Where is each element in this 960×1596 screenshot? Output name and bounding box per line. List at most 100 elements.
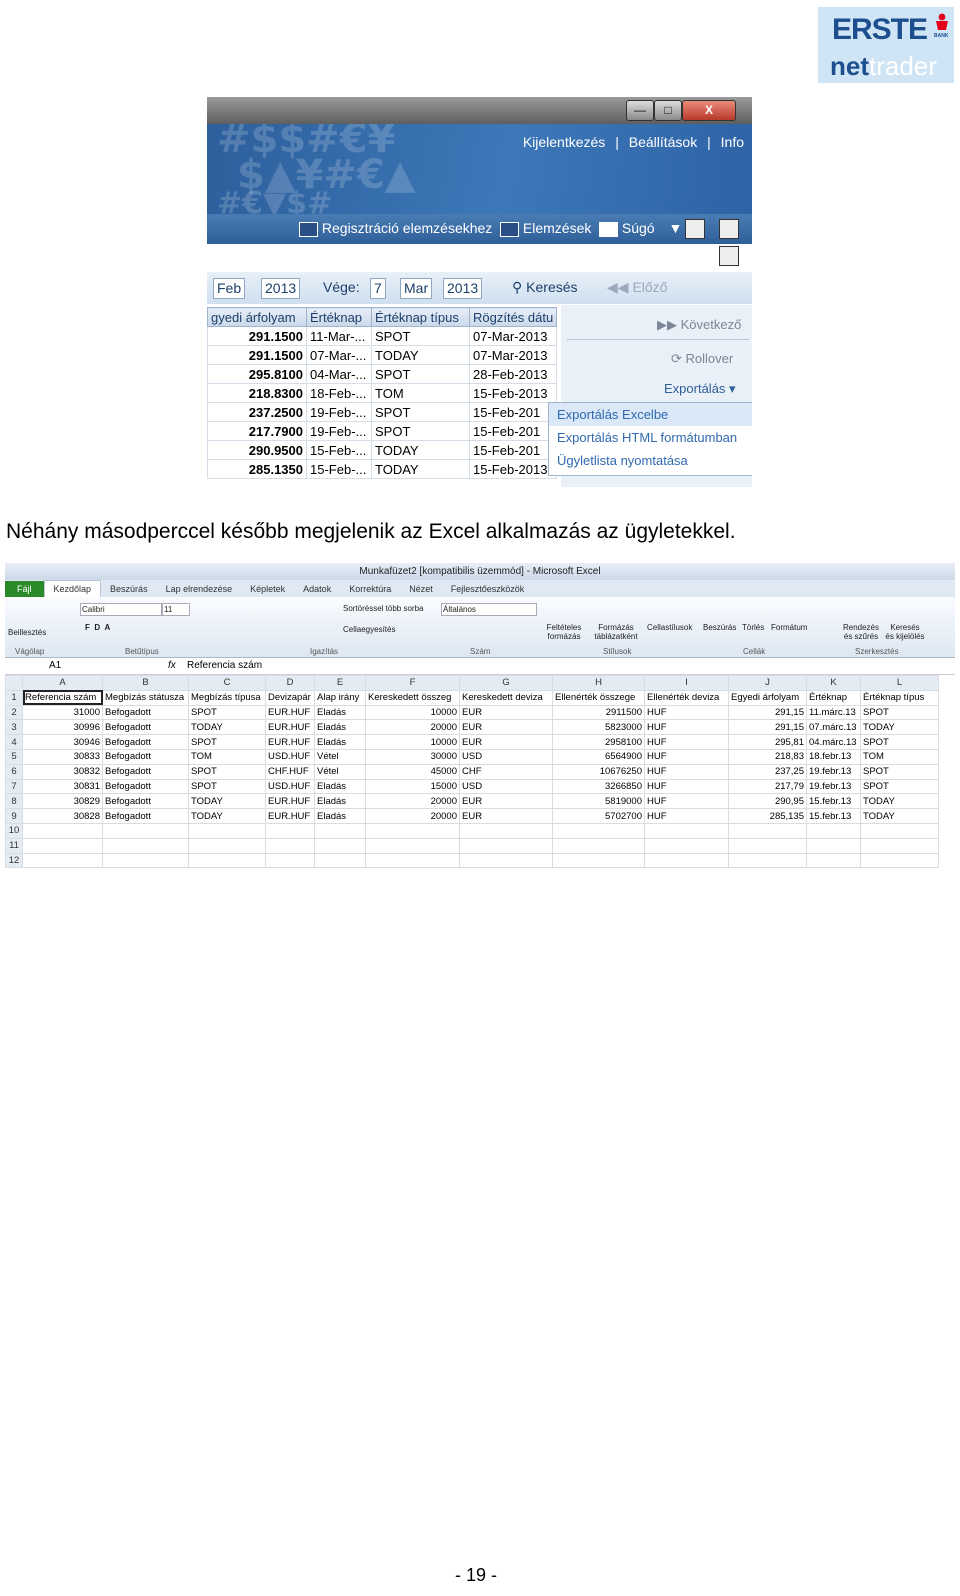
table-row: 2 31000 Befogadott SPOT EUR.HUF Eladás 10000 EU… [5, 704, 939, 721]
previous-button[interactable]: ◀◀ Előző [607, 279, 667, 296]
tab-review[interactable]: Korrektúra [340, 581, 400, 598]
table-row: 3 30996 Befogadott TODAY EUR.HUF Eladás 20000 E… [5, 719, 939, 736]
wrap-text-button[interactable]: Sortöréssel több sorba [343, 604, 424, 613]
tab-data[interactable]: Adatok [294, 581, 340, 598]
table-row: 12 [5, 852, 939, 869]
help-icon [599, 221, 618, 237]
next-button[interactable]: ▶▶ Következő [657, 317, 741, 333]
column-header[interactable]: gyedi árfolyam [207, 307, 307, 327]
format-as-table-button[interactable]: Formázás táblázatként [591, 623, 641, 641]
insert-cells-button[interactable]: Beszúrás [703, 623, 736, 632]
minimize-button[interactable]: — [626, 100, 654, 121]
tab-page-layout[interactable]: Lap elrendezése [157, 581, 242, 598]
detach-icon[interactable] [719, 246, 739, 266]
popout-icon[interactable] [685, 219, 705, 239]
tab-home[interactable]: Kezdőlap [43, 580, 102, 598]
close-button[interactable]: X [682, 100, 736, 121]
table-row: 291.1500 07-Mar-... TODAY 07-Mar-2013 [207, 345, 558, 365]
trades-table: gyedi árfolyam Értéknap Értéknap típus R… [207, 307, 558, 479]
column-header[interactable]: A [22, 675, 103, 691]
from-year-spinner[interactable]: 2013 [261, 278, 301, 299]
export-dropdown[interactable]: Exportálás ▾ [664, 381, 736, 397]
erste-nettrader-logo: ERSTE BANK nettrader [818, 7, 954, 83]
find-select-button[interactable]: Keresés és kijelölés [885, 623, 925, 641]
erste-mark-icon [936, 13, 948, 30]
column-header[interactable]: Rögzítés dátu [468, 307, 558, 327]
from-month-spinner[interactable]: Feb [213, 278, 246, 299]
table-row: 295.8100 04-Mar-... SPOT 28-Feb-2013 [207, 364, 558, 384]
menu-item-export-excel[interactable]: Exportálás Excelbe [549, 403, 752, 426]
fx-icon[interactable]: fx [168, 658, 176, 674]
search-button[interactable]: ⚲ Keresés [512, 279, 578, 296]
table-row: 7 30831 Befogadott SPOT USD.HUF Eladás 15000 US… [5, 778, 939, 795]
column-header[interactable]: J [728, 675, 807, 691]
registration-link[interactable]: Regisztráció elemzésekhez [299, 220, 492, 237]
to-day-input[interactable]: 7 [370, 278, 386, 299]
ribbon-tabs: Fájl Kezdőlap Beszúrás Lap elrendezése Képle… [5, 580, 955, 598]
tab-formulas[interactable]: Képletek [241, 581, 294, 598]
sort-filter-button[interactable]: Rendezés és szűrés [841, 623, 881, 641]
format-cells-button[interactable]: Formátum [771, 623, 807, 632]
merge-button[interactable]: Cellaegyesítés [343, 625, 395, 634]
table-row: 291.1500 11-Mar-... SPOT 07-Mar-2013 [207, 326, 558, 346]
column-header[interactable]: B [102, 675, 189, 691]
rollover-button[interactable]: ⟳ Rollover [671, 351, 733, 367]
to-month-spinner[interactable]: Mar [400, 278, 433, 299]
settings-link[interactable]: Beállítások [629, 134, 697, 150]
delete-cells-button[interactable]: Törlés [742, 623, 764, 632]
column-header[interactable]: I [644, 675, 729, 691]
paste-button[interactable]: Beillesztés [8, 628, 46, 637]
column-header[interactable]: L [860, 675, 939, 691]
help-link[interactable]: Súgó ▼ [599, 220, 682, 237]
table-row: 10 [5, 822, 939, 839]
tab-view[interactable]: Nézet [400, 581, 442, 598]
menu-item-export-html[interactable]: Exportálás HTML formátumban [549, 426, 752, 449]
column-header[interactable]: F [365, 675, 460, 691]
tab-file[interactable]: Fájl [5, 581, 44, 598]
analyses-link[interactable]: Elemzések [500, 220, 591, 237]
column-header[interactable]: Értéknap [306, 307, 372, 327]
tab-insert[interactable]: Beszúrás [101, 581, 157, 598]
group-label: Stílusok [603, 647, 632, 656]
column-header[interactable]: C [188, 675, 266, 691]
column-header[interactable]: H [552, 675, 645, 691]
column-header[interactable]: Értéknap típus [371, 307, 470, 327]
logout-link[interactable]: Kijelentkezés [523, 134, 606, 150]
table-row: 285.1350 15-Feb-... TODAY 15-Feb-2013 [207, 459, 558, 479]
to-year-spinner[interactable]: 2013 [443, 278, 483, 299]
info-link[interactable]: Info [721, 134, 744, 150]
register-icon [299, 221, 318, 237]
column-header[interactable]: E [314, 675, 366, 691]
formula-input[interactable]: Referencia szám [187, 658, 262, 674]
chevron-down-icon: ▾ [729, 381, 736, 396]
number-format-select[interactable]: Általános [441, 603, 537, 616]
group-label: Szám [470, 647, 491, 656]
end-label: Vége: [323, 279, 360, 295]
logo-erste-text: ERSTE [832, 13, 928, 46]
column-header-row: A B C D E F G H I J K L [5, 675, 939, 691]
font-size-select[interactable]: 11 [162, 603, 190, 616]
table-row: 4 30946 Befogadott SPOT EUR.HUF Eladás 10000 EU… [5, 734, 939, 750]
date-filter-bar: Feb 2013 Vége: 7 Mar 2013 ⚲ Keresés ◀◀ E… [207, 272, 752, 304]
fast-forward-icon: ▶▶ [657, 317, 677, 332]
group-label: Betűtípus [125, 647, 159, 656]
group-label: Igazítás [310, 647, 339, 656]
name-box[interactable]: A1 [49, 658, 61, 674]
tab-developer[interactable]: Fejlesztőeszközök [442, 581, 534, 598]
cell-styles-button[interactable]: Cellastílusok [647, 623, 692, 632]
window-icon[interactable] [719, 219, 739, 239]
rewind-icon: ◀◀ [607, 279, 629, 295]
bold-button[interactable]: F D A [85, 623, 110, 632]
column-header[interactable]: D [265, 675, 315, 691]
table-row: 290.9500 15-Feb-... TODAY 15-Feb-201 [207, 440, 558, 460]
column-header[interactable]: G [459, 675, 553, 691]
table-row: 5 30833 Befogadott TOM USD.HUF Vétel 30000 USD 6… [5, 748, 939, 765]
excel-screenshot: Munkafüzet2 [kompatibilis üzemmód] - Mic… [5, 563, 955, 871]
menu-item-print-list[interactable]: Ügyletlista nyomtatása [549, 449, 752, 472]
maximize-button[interactable]: □ [654, 100, 682, 121]
conditional-format-button[interactable]: Feltételes formázás [545, 623, 583, 641]
font-select[interactable]: Calibri [80, 603, 162, 616]
logo-bank-text: BANK [934, 33, 949, 39]
worksheet-grid: A B C D E F G H I J K L 1 Referencia szám… [5, 675, 939, 869]
column-header[interactable]: K [806, 675, 861, 691]
